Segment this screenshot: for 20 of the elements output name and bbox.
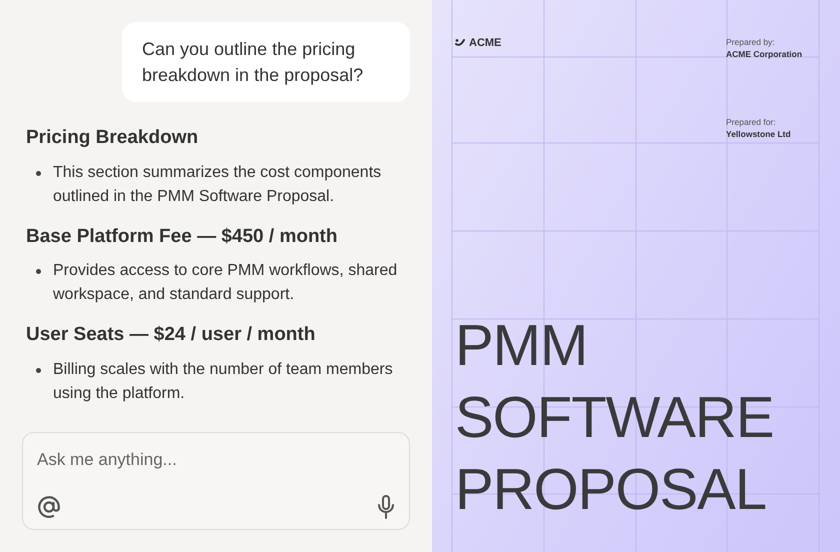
bullet-text: Provides access to core PMM workflows, shared workspace, and standard support.: [53, 261, 398, 305]
bullet-icon: [36, 269, 41, 274]
section-heading: Base Platform Fee — $450 / month: [26, 224, 338, 248]
mention-icon[interactable]: [37, 495, 61, 519]
prepared-by-label: Prepared by:: [726, 36, 776, 48]
bullet-icon: [36, 170, 41, 176]
bullet-icon: [36, 368, 41, 372]
microphone-icon[interactable]: [377, 495, 395, 519]
proposal-title: PMM SOFTWARE PROPOSAL: [455, 312, 775, 524]
smile-logo-icon: [455, 39, 465, 47]
section-heading: User Seats — $24 / user / month: [26, 323, 316, 347]
prepared-for-label: Prepared for:: [726, 116, 777, 128]
bullet-text: Billing scales with the number of team members using the platform.: [53, 360, 394, 404]
bullet-text: This section summarizes the cost components outlined in the PMM Software Proposal.: [53, 162, 382, 206]
message-input[interactable]: Ask me anything...: [37, 447, 395, 472]
prepared-by-value: ACME Corporation: [726, 48, 804, 60]
prepared-for-value: Yellowstone Ltd: [726, 128, 792, 140]
user-message: Can you outline the pricing breakdown in the proposal?: [122, 22, 410, 102]
section-heading: Pricing Breakdown: [26, 126, 200, 150]
logo-text: ACME: [469, 36, 502, 51]
